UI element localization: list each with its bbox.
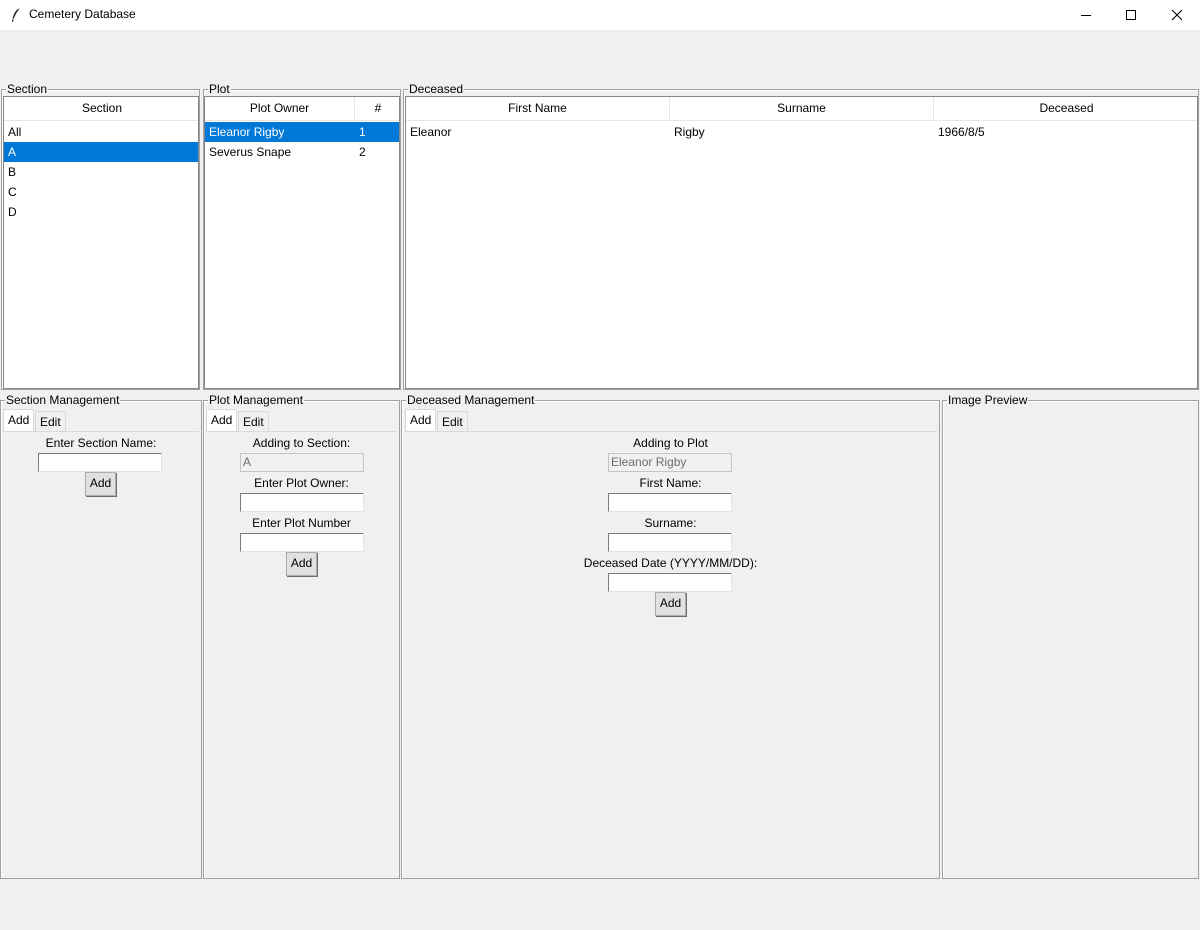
column-header-first-name[interactable]: First Name	[406, 97, 670, 121]
deceased-list-header: First Name Surname Deceased	[406, 97, 1197, 121]
list-item-label: D	[8, 205, 17, 219]
tab-add[interactable]: Add	[405, 409, 437, 432]
plot-frame-label: Plot	[208, 82, 231, 96]
deceased-frame-label: Deceased	[408, 82, 465, 96]
plot-management-label: Plot Management	[208, 393, 305, 407]
minimize-button[interactable]	[1063, 0, 1109, 30]
deceased-frame: Deceased First Name Surname Deceased Ele…	[403, 83, 1199, 390]
tab-divider	[3, 431, 199, 432]
plot-list[interactable]: Plot Owner # Eleanor Rigby 1 Severus Sna…	[204, 96, 400, 389]
plot-number-cell: 1	[359, 125, 366, 139]
tab-divider	[405, 431, 937, 432]
tab-divider	[206, 431, 397, 432]
column-header-plot-number[interactable]: #	[355, 97, 399, 121]
feather-icon	[12, 7, 21, 22]
tab-add[interactable]: Add	[3, 409, 35, 432]
section-frame: Section Section All A B C D	[1, 83, 200, 390]
adding-to-plot-label: Adding to Plot	[633, 436, 708, 450]
plot-owner-label: Enter Plot Owner:	[254, 476, 349, 490]
surname-input[interactable]	[608, 533, 732, 552]
tab-edit[interactable]: Edit	[238, 411, 269, 431]
title-bar: Cemetery Database	[0, 0, 1200, 30]
deceased-management-label: Deceased Management	[406, 393, 536, 407]
plot-frame: Plot Plot Owner # Eleanor Rigby 1 Severu…	[203, 83, 401, 390]
section-name-label: Enter Section Name:	[45, 436, 157, 450]
list-item[interactable]: All	[4, 122, 198, 142]
table-row[interactable]: Severus Snape 2	[205, 142, 399, 162]
deceased-date-cell: 1966/8/5	[938, 125, 985, 139]
list-item[interactable]: C	[4, 182, 198, 202]
plot-owner-input[interactable]	[240, 493, 364, 512]
plot-number-cell: 2	[359, 145, 366, 159]
list-item-selected[interactable]: A	[4, 142, 198, 162]
plot-list-header: Plot Owner #	[205, 97, 399, 121]
column-header-deceased[interactable]: Deceased	[934, 97, 1197, 121]
add-deceased-button[interactable]: Add	[655, 592, 686, 616]
deceased-list[interactable]: First Name Surname Deceased Eleanor Rigb…	[405, 96, 1198, 389]
image-preview-label: Image Preview	[947, 393, 1029, 407]
column-header-plot-owner[interactable]: Plot Owner	[205, 97, 355, 121]
section-management-label: Section Management	[5, 393, 121, 407]
adding-to-section-label: Adding to Section:	[252, 436, 351, 450]
plot-readonly-field: Eleanor Rigby	[608, 453, 732, 472]
add-plot-button[interactable]: Add	[286, 552, 317, 576]
list-item-label: All	[8, 125, 22, 139]
first-name-label: First Name:	[639, 476, 702, 490]
section-readonly-field: A	[240, 453, 364, 472]
surname-label: Surname:	[644, 516, 697, 530]
minimize-icon	[1081, 15, 1091, 16]
close-button[interactable]	[1154, 0, 1200, 30]
column-header-section[interactable]: Section	[4, 97, 198, 121]
section-management-frame: Section Management Add Edit Enter Sectio…	[0, 394, 202, 879]
deceased-management-frame: Deceased Management Add Edit Adding to P…	[401, 394, 940, 879]
add-section-button[interactable]: Add	[85, 472, 116, 496]
list-item-label: A	[8, 145, 17, 159]
deceased-date-label: Deceased Date (YYYY/MM/DD):	[583, 556, 758, 570]
deceased-date-input[interactable]	[608, 573, 732, 592]
section-name-input[interactable]	[38, 453, 162, 472]
list-item[interactable]: B	[4, 162, 198, 182]
close-icon	[1171, 9, 1183, 21]
plot-owner-cell: Eleanor Rigby	[209, 125, 285, 139]
list-item[interactable]: D	[4, 202, 198, 222]
list-item-label: C	[8, 185, 17, 199]
plot-number-input[interactable]	[240, 533, 364, 552]
maximize-icon	[1126, 10, 1136, 20]
plot-number-label: Enter Plot Number	[252, 516, 351, 530]
section-list-header: Section	[4, 97, 198, 121]
section-frame-label: Section	[6, 82, 49, 96]
window-title: Cemetery Database	[29, 7, 136, 21]
image-preview-frame: Image Preview	[942, 394, 1199, 879]
first-name-input[interactable]	[608, 493, 732, 512]
list-item-label: B	[8, 165, 17, 179]
tab-edit[interactable]: Edit	[437, 411, 468, 431]
tab-edit[interactable]: Edit	[35, 411, 66, 431]
table-row-selected[interactable]: Eleanor Rigby 1	[205, 122, 399, 142]
column-header-surname[interactable]: Surname	[670, 97, 934, 121]
tab-add[interactable]: Add	[206, 409, 238, 432]
table-row[interactable]: Eleanor Rigby 1966/8/5	[406, 122, 1197, 142]
section-list[interactable]: Section All A B C D	[3, 96, 199, 389]
maximize-button[interactable]	[1108, 0, 1154, 30]
plot-owner-cell: Severus Snape	[209, 145, 292, 159]
surname-cell: Rigby	[674, 125, 705, 139]
first-name-cell: Eleanor	[410, 125, 452, 139]
plot-management-frame: Plot Management Add Edit Adding to Secti…	[203, 394, 400, 879]
